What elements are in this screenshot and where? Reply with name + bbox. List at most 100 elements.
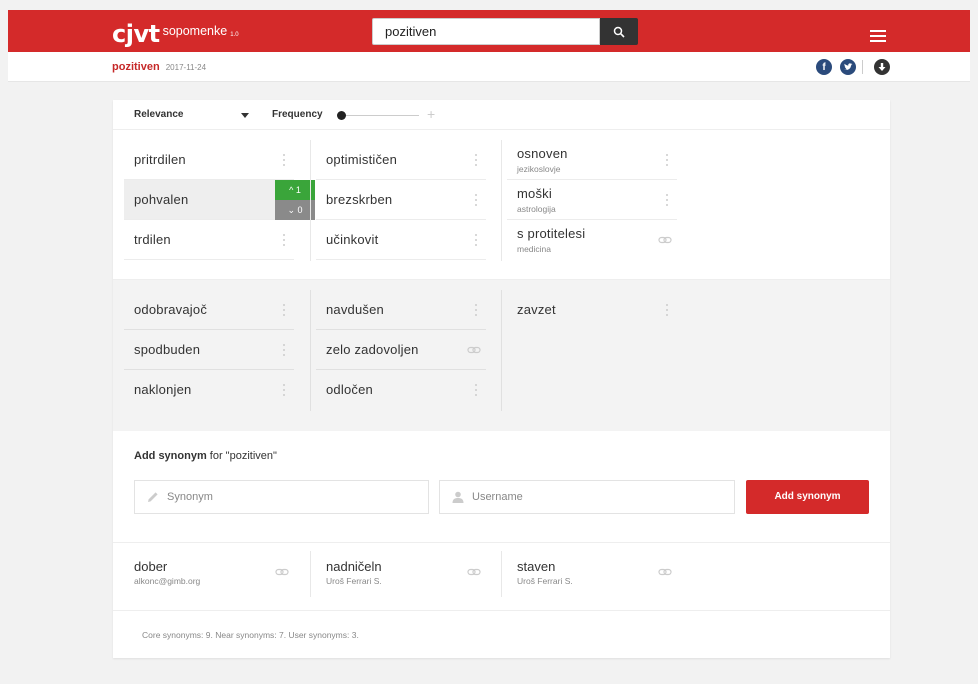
synonym-label: učinkovit bbox=[326, 232, 379, 247]
synonym-label: staven bbox=[517, 559, 556, 574]
synonym-label: brezskrben bbox=[326, 192, 393, 207]
author-label: Uroš Ferrari S. bbox=[326, 576, 382, 586]
add-synonym-title: Add synonym for "pozitiven" bbox=[134, 450, 277, 462]
column-divider bbox=[310, 140, 311, 261]
list-item[interactable]: spodbuden bbox=[124, 330, 294, 370]
list-item[interactable]: odločen bbox=[316, 370, 486, 410]
column-divider bbox=[501, 290, 502, 411]
list-item[interactable]: zelo zadovoljen bbox=[316, 330, 486, 370]
list-item[interactable]: pritrdilen bbox=[124, 140, 294, 180]
more-icon[interactable] bbox=[474, 194, 478, 206]
filter-toolbar: Relevance Frequency + bbox=[113, 100, 890, 130]
domain-label: astrologija bbox=[517, 204, 556, 214]
add-synonym-button[interactable]: Add synonym bbox=[746, 480, 869, 514]
synonym-label: zelo zadovoljen bbox=[326, 342, 419, 357]
synonym-label: moški bbox=[517, 186, 552, 201]
synonym-placeholder: Synonym bbox=[167, 491, 213, 503]
more-icon[interactable] bbox=[665, 304, 669, 316]
link-icon[interactable] bbox=[275, 565, 289, 579]
author-label: alkonc@gimb.org bbox=[134, 576, 201, 586]
list-item[interactable]: navdušen bbox=[316, 290, 486, 330]
frequency-slider-thumb[interactable] bbox=[337, 111, 346, 120]
synonym-label: pohvalen bbox=[134, 192, 189, 207]
downvote-button[interactable]: ⌄ 0 bbox=[275, 200, 315, 220]
chevron-down-icon[interactable] bbox=[241, 113, 249, 118]
synonym-input[interactable]: Synonym bbox=[134, 480, 429, 514]
list-item[interactable]: optimističen bbox=[316, 140, 486, 180]
link-icon[interactable] bbox=[658, 233, 672, 247]
link-icon[interactable] bbox=[467, 565, 481, 579]
synonym-counts: Core synonyms: 9. Near synonyms: 7. User… bbox=[142, 630, 359, 640]
core-synonyms: pritrdilen pohvalen ^ 1 ⌄ 0 trdilen opti… bbox=[113, 130, 890, 280]
username-input[interactable]: Username bbox=[439, 480, 735, 514]
divider bbox=[862, 60, 863, 74]
facebook-icon[interactable]: f bbox=[816, 59, 832, 75]
link-icon[interactable] bbox=[658, 565, 672, 579]
domain-label: jezikoslovje bbox=[517, 164, 561, 174]
plus-icon[interactable]: + bbox=[427, 106, 435, 122]
more-icon[interactable] bbox=[282, 154, 286, 166]
word-title: pozitiven 2017-11-24 bbox=[112, 61, 206, 73]
upvote-count: 1 bbox=[295, 185, 301, 195]
column-divider bbox=[501, 551, 502, 597]
logo[interactable]: cjvt sopomenke 1.0 bbox=[112, 20, 239, 48]
list-item[interactable]: trdilen bbox=[124, 220, 294, 260]
synonym-label: nadničeln bbox=[326, 559, 382, 574]
list-item[interactable]: s protitelesi medicina bbox=[507, 220, 677, 260]
list-item[interactable]: staven Uroš Ferrari S. bbox=[507, 551, 677, 591]
synonym-label: osnoven bbox=[517, 146, 568, 161]
username-placeholder: Username bbox=[472, 491, 523, 503]
logo-word: sopomenke bbox=[162, 24, 228, 38]
list-item[interactable]: moški astrologija bbox=[507, 180, 677, 220]
pencil-icon bbox=[148, 492, 158, 502]
more-icon[interactable] bbox=[665, 194, 669, 206]
more-icon[interactable] bbox=[474, 384, 478, 396]
synonyms-card: Relevance Frequency + pritrdilen pohvale… bbox=[113, 100, 890, 658]
sort-select[interactable]: Relevance bbox=[134, 109, 183, 120]
list-item[interactable]: nadničeln Uroš Ferrari S. bbox=[316, 551, 486, 591]
synonym-label: s protitelesi bbox=[517, 226, 586, 241]
more-icon[interactable] bbox=[282, 344, 286, 356]
list-item[interactable]: brezskrben bbox=[316, 180, 486, 220]
synonym-label: odločen bbox=[326, 382, 373, 397]
more-icon[interactable] bbox=[282, 384, 286, 396]
synonym-label: naklonjen bbox=[134, 382, 192, 397]
list-item[interactable]: osnoven jezikoslovje bbox=[507, 140, 677, 180]
column-divider bbox=[501, 140, 502, 261]
list-item[interactable]: pohvalen ^ 1 ⌄ 0 bbox=[124, 180, 315, 220]
twitter-icon[interactable] bbox=[840, 59, 856, 75]
more-icon[interactable] bbox=[282, 304, 286, 316]
list-item[interactable]: učinkovit bbox=[316, 220, 486, 260]
link-icon[interactable] bbox=[467, 343, 481, 357]
more-icon[interactable] bbox=[474, 154, 478, 166]
near-synonyms: odobravajoč spodbuden naklonjen navdušen… bbox=[113, 280, 890, 431]
search-input[interactable]: pozitiven bbox=[372, 18, 600, 45]
list-item[interactable]: dober alkonc@gimb.org bbox=[124, 551, 294, 591]
frequency-slider-track[interactable] bbox=[339, 115, 419, 116]
more-icon[interactable] bbox=[474, 304, 478, 316]
synonym-label: zavzet bbox=[517, 302, 556, 317]
list-item[interactable]: naklonjen bbox=[124, 370, 294, 410]
upvote-button[interactable]: ^ 1 bbox=[275, 180, 315, 200]
logo-version: 1.0 bbox=[230, 32, 239, 38]
search-button[interactable] bbox=[600, 18, 638, 45]
synonym-label: navdušen bbox=[326, 302, 384, 317]
logo-mark: cjvt bbox=[112, 20, 160, 48]
list-item[interactable]: odobravajoč bbox=[124, 290, 294, 330]
menu-icon[interactable] bbox=[870, 30, 886, 42]
add-synonym-title-bold: Add synonym bbox=[134, 450, 207, 462]
list-item[interactable]: zavzet bbox=[507, 290, 677, 330]
more-icon[interactable] bbox=[282, 234, 286, 246]
synonym-label: pritrdilen bbox=[134, 152, 186, 167]
synonym-label: optimističen bbox=[326, 152, 398, 167]
more-icon[interactable] bbox=[665, 154, 669, 166]
column-divider bbox=[310, 551, 311, 597]
synonym-label: spodbuden bbox=[134, 342, 201, 357]
search-icon bbox=[613, 26, 625, 38]
more-icon[interactable] bbox=[474, 234, 478, 246]
vote-widget: ^ 1 ⌄ 0 bbox=[275, 180, 315, 220]
download-icon[interactable] bbox=[874, 59, 890, 75]
synonym-label: trdilen bbox=[134, 232, 171, 247]
frequency-label: Frequency bbox=[272, 109, 323, 120]
word-date: 2017-11-24 bbox=[165, 63, 207, 72]
